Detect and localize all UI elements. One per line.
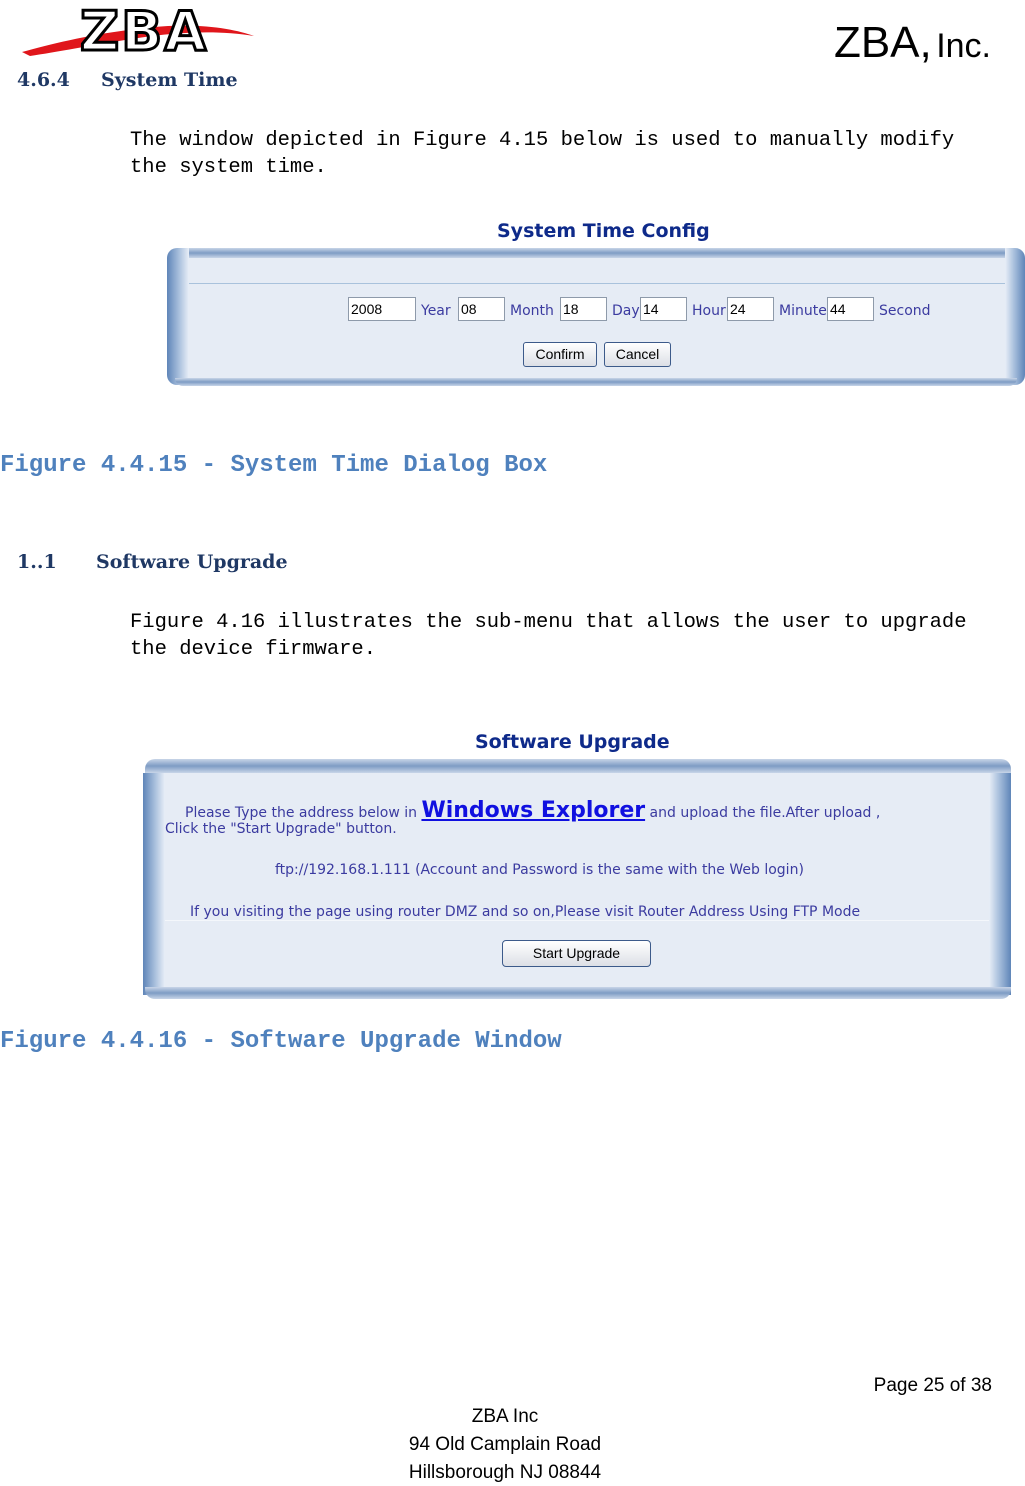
figure-caption: Figure 4.4.16 - Software Upgrade Window: [0, 1028, 562, 1055]
dialog-bottom-border: [145, 987, 1011, 999]
minute-input[interactable]: 24: [727, 297, 774, 321]
dialog-right-border: [989, 773, 1011, 995]
cancel-button[interactable]: Cancel: [604, 342, 671, 367]
footer-company: ZBA Inc: [471, 1406, 539, 1427]
svg-text:ZBA: ZBA: [80, 0, 208, 58]
minute-label: Minute: [779, 303, 827, 319]
divider: [165, 920, 989, 921]
section-title: System Time: [101, 69, 238, 91]
dialog-top-border: [175, 248, 1017, 258]
instruction-text: Please Type the address below in Windows…: [185, 798, 880, 823]
day-input[interactable]: 18: [560, 297, 607, 321]
company-name-main: ZBA,: [833, 18, 932, 67]
company-name-suffix: Inc.: [936, 27, 991, 65]
body-paragraph-line: The window depicted in Figure 4.15 below…: [130, 129, 955, 152]
zba-logo: ZBA: [18, 0, 258, 65]
dialog-right-border: [1005, 248, 1025, 385]
dialog-bottom-border: [175, 378, 1017, 386]
second-label: Second: [879, 303, 931, 319]
windows-explorer-link[interactable]: Windows Explorer: [421, 798, 645, 823]
year-input[interactable]: 2008: [348, 297, 416, 321]
ftp-address-text: ftp://192.168.1.111 (Account and Passwor…: [275, 862, 804, 878]
dmz-notice-text: If you visiting the page using router DM…: [190, 904, 861, 920]
footer-address-street: 94 Old Camplain Road: [408, 1434, 602, 1455]
month-label: Month: [510, 303, 554, 319]
body-paragraph-line: the system time.: [130, 156, 327, 179]
body-paragraph-line: the device firmware.: [130, 638, 377, 661]
section-number: 4.6.4: [17, 69, 70, 91]
system-time-dialog: System Time Config 2008 Year 08 Month 18…: [167, 218, 1025, 390]
body-paragraph-line: Figure 4.16 illustrates the sub-menu tha…: [130, 611, 967, 634]
dialog-top-border: [145, 759, 1011, 773]
month-input[interactable]: 08: [458, 297, 505, 321]
zba-logo-graphic: ZBA: [22, 0, 254, 65]
figure-caption: Figure 4.4.15 - System Time Dialog Box: [0, 452, 548, 479]
instruction-text-line2: Click the "Start Upgrade" button.: [165, 821, 397, 837]
confirm-button[interactable]: Confirm: [523, 342, 597, 367]
dialog-title: System Time Config: [497, 220, 710, 242]
divider: [189, 283, 1005, 284]
hour-input[interactable]: 14: [640, 297, 687, 321]
hour-label: Hour: [692, 303, 726, 319]
dialog-title: Software Upgrade: [475, 731, 670, 753]
footer-address-city: Hillsborough NJ 08844: [408, 1462, 602, 1483]
page-number: Page 25 of 38: [873, 1375, 992, 1396]
instruction-text-after: and upload the file.After upload ,: [649, 805, 881, 821]
year-label: Year: [421, 303, 451, 319]
software-upgrade-dialog: Software Upgrade Please Type the address…: [143, 729, 1013, 1001]
section-title: Software Upgrade: [96, 551, 288, 573]
day-label: Day: [612, 303, 640, 319]
dialog-left-border: [143, 773, 165, 995]
second-input[interactable]: 44: [827, 297, 874, 321]
instruction-text-before: Please Type the address below in: [185, 805, 417, 821]
company-name: ZBA, Inc.: [834, 18, 991, 68]
start-upgrade-button[interactable]: Start Upgrade: [502, 940, 651, 967]
dialog-left-border: [167, 248, 189, 385]
section-number: 1..1: [17, 551, 57, 573]
